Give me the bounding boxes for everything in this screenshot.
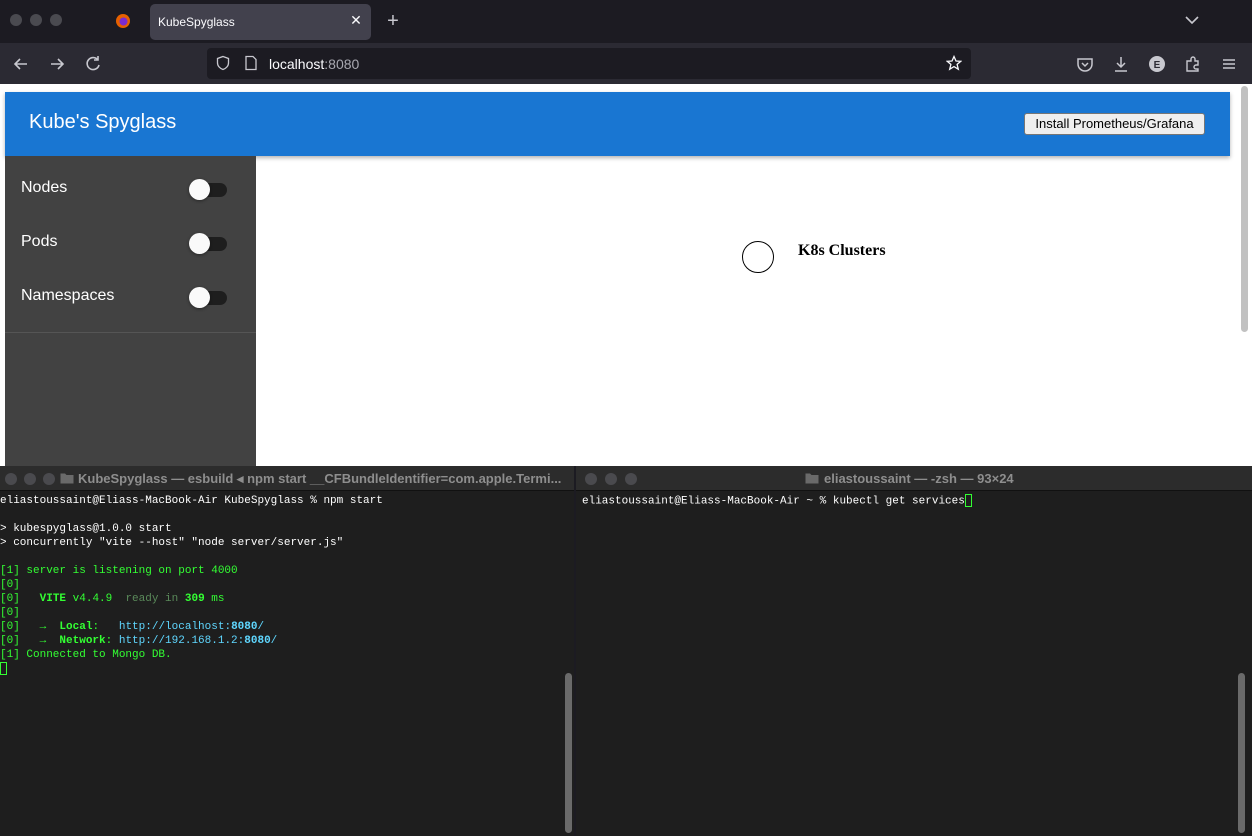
terminal-title-bar: KubeSpyglass — esbuild ◂ npm start __CFB…: [0, 466, 574, 491]
terminal-prompt: eliastoussaint@Eliass-MacBook-Air ~ % ku…: [582, 495, 965, 508]
terminal-line: [0] VITE v4.4.9 ready in 309 ms: [0, 593, 225, 605]
terminal-line: > concurrently "vite --host" "node serve…: [0, 537, 344, 549]
terminal-line: [1] Connected to Mongo DB.: [0, 649, 172, 661]
switch-thumb[interactable]: [189, 287, 210, 308]
pocket-icon[interactable]: [1074, 53, 1096, 75]
browser-nav-bar: localhost:8080 E: [0, 43, 1252, 84]
folder-icon: [805, 473, 819, 484]
terminal-zoom-light[interactable]: [625, 473, 637, 485]
sidebar: Nodes Pods Namespaces: [5, 156, 256, 466]
terminal-line: > kubespyglass@1.0.0 start: [0, 523, 172, 535]
url-text: localhost:8080: [269, 56, 360, 72]
back-arrow-icon[interactable]: [10, 53, 32, 75]
background-window-ghost: [576, 521, 876, 541]
firefox-view-icon[interactable]: [115, 13, 131, 29]
extensions-puzzle-icon[interactable]: [1182, 53, 1204, 75]
app-title: Kube's Spyglass: [29, 111, 177, 133]
terminal-close-light[interactable]: [585, 473, 597, 485]
pods-toggle-switch[interactable]: [189, 233, 227, 255]
switch-thumb[interactable]: [189, 233, 210, 254]
app-header: Kube's Spyglass Install Prometheus/Grafa…: [5, 92, 1230, 156]
cluster-label: K8s Clusters: [798, 242, 886, 259]
namespaces-toggle-switch[interactable]: [189, 287, 227, 309]
terminal-cursor: [964, 494, 972, 507]
bookmark-star-icon[interactable]: [946, 55, 962, 71]
sidebar-item-nodes: Nodes: [5, 164, 256, 218]
screen: KubeSpyglass ✕ + localhost:8080 E Kube's…: [0, 0, 1252, 836]
terminal-line: [0] → Network: http://192.168.1.2:8080/: [0, 635, 278, 647]
terminal-zoom-light[interactable]: [43, 473, 55, 485]
terminal-line: [0]: [0, 579, 20, 591]
shield-tracking-protection-icon[interactable]: [215, 55, 231, 71]
terminal-scrollbar-thumb[interactable]: [565, 673, 572, 833]
install-prometheus-grafana-button[interactable]: Install Prometheus/Grafana: [1024, 113, 1205, 135]
sidebar-item-label: Nodes: [21, 179, 68, 196]
terminal-line: eliastoussaint@Eliass-MacBook-Air KubeSp…: [0, 495, 383, 507]
page-scrollbar-thumb[interactable]: [1241, 86, 1248, 332]
nodes-toggle-switch[interactable]: [189, 179, 227, 201]
sidebar-item-label: Pods: [21, 233, 58, 250]
downloads-icon[interactable]: [1110, 53, 1132, 75]
forward-arrow-icon[interactable]: [46, 53, 68, 75]
window-minimize-light[interactable]: [30, 14, 42, 26]
window-close-light[interactable]: [10, 14, 22, 26]
hamburger-menu-icon[interactable]: [1218, 53, 1240, 75]
terminal-window-right: eliastoussaint — -zsh — 93×24 eliastouss…: [576, 466, 1252, 836]
reload-icon[interactable]: [82, 53, 104, 75]
terminal-minimize-light[interactable]: [605, 473, 617, 485]
svg-text:E: E: [1154, 60, 1161, 71]
terminal-title-bar: eliastoussaint — -zsh — 93×24: [576, 466, 1252, 491]
cluster-node-circle[interactable]: [742, 241, 774, 273]
account-avatar-icon[interactable]: E: [1146, 53, 1168, 75]
browser-tab-bar: KubeSpyglass ✕ +: [0, 0, 1252, 43]
terminal-scrollbar-thumb[interactable]: [1238, 673, 1245, 833]
terminal-line: [1] server is listening on port 4000: [0, 565, 238, 577]
terminal-close-light[interactable]: [5, 473, 17, 485]
terminal-line: [0, 662, 383, 676]
web-page: Kube's Spyglass Install Prometheus/Grafa…: [0, 84, 1252, 466]
page-info-icon[interactable]: [243, 55, 259, 71]
tab-close-icon[interactable]: ✕: [348, 12, 364, 28]
terminal-title: eliastoussaint — -zsh — 93×24: [824, 471, 1014, 486]
terminal-window-left: KubeSpyglass — esbuild ◂ npm start __CFB…: [0, 466, 574, 836]
tab-kubespyglass[interactable]: KubeSpyglass ✕: [150, 4, 371, 40]
terminal-line: [0]: [0, 607, 20, 619]
terminal-cursor: [0, 662, 7, 675]
switch-thumb[interactable]: [189, 179, 210, 200]
sidebar-item-namespaces: Namespaces: [5, 272, 256, 326]
new-tab-plus-icon[interactable]: +: [383, 11, 403, 31]
sidebar-divider: [5, 332, 256, 333]
terminal-output[interactable]: eliastoussaint@Eliass-MacBook-Air ~ % ku…: [582, 494, 972, 508]
terminal-line: [0] → Local: http://localhost:8080/: [0, 621, 265, 633]
tab-title: KubeSpyglass: [158, 15, 235, 29]
terminal-output[interactable]: eliastoussaint@Eliass-MacBook-Air KubeSp…: [0, 494, 383, 676]
list-all-tabs-chevron-icon[interactable]: [1184, 12, 1200, 28]
sidebar-item-label: Namespaces: [21, 287, 115, 304]
window-zoom-light[interactable]: [50, 14, 62, 26]
url-bar[interactable]: localhost:8080: [207, 48, 971, 79]
sidebar-item-pods: Pods: [5, 218, 256, 272]
terminal-minimize-light[interactable]: [24, 473, 36, 485]
terminal-title: KubeSpyglass — esbuild ◂ npm start __CFB…: [78, 471, 562, 486]
folder-icon: [60, 473, 74, 484]
